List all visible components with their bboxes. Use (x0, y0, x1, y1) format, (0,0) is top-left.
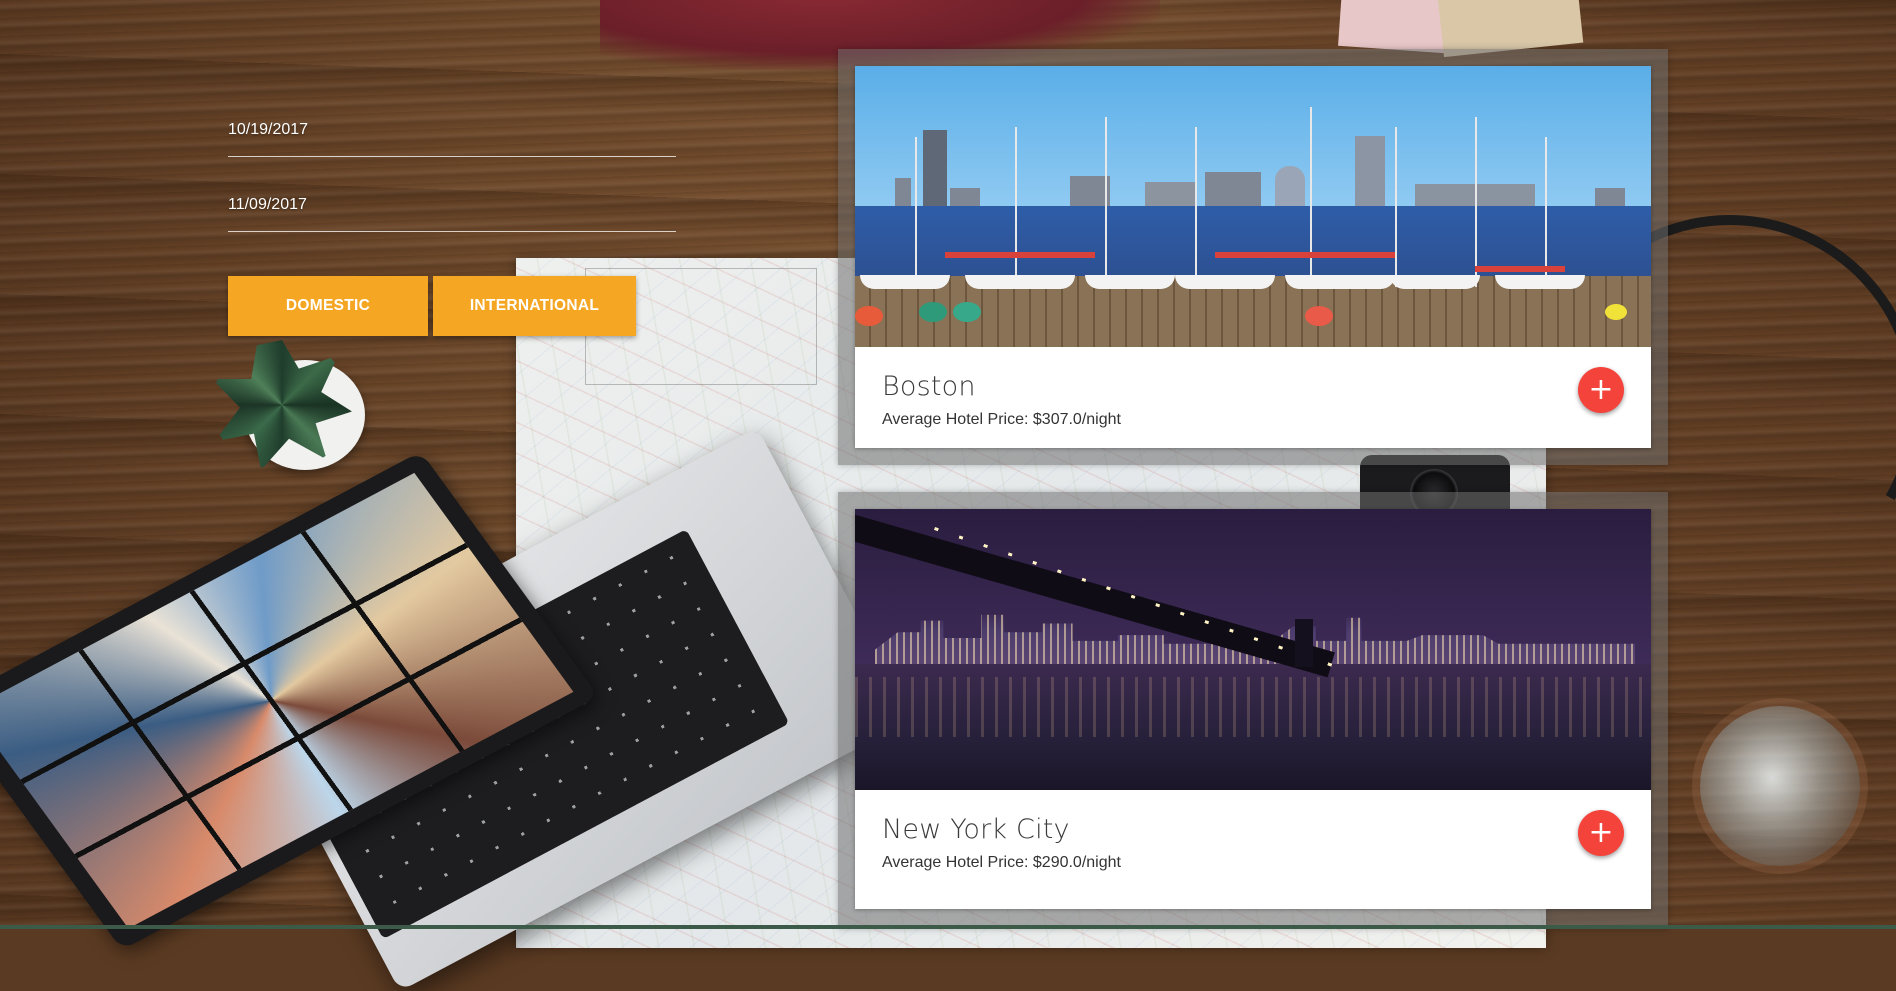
trip-type-buttons: DOMESTIC INTERNATIONAL (228, 276, 636, 336)
card-body-boston: Boston Average Hotel Price: $307.0/night… (855, 347, 1651, 448)
date-form: 10/19/2017 11/09/2017 (228, 104, 676, 254)
domestic-button[interactable]: DOMESTIC (228, 276, 428, 336)
destination-city-title: Boston (882, 371, 976, 402)
add-destination-button[interactable]: + (1578, 367, 1624, 413)
destination-card-boston: Boston Average Hotel Price: $307.0/night… (855, 66, 1651, 448)
destination-card-wrapper-nyc: New York City Average Hotel Price: $290.… (838, 492, 1668, 929)
average-hotel-price: Average Hotel Price: $290.0/night (882, 854, 1121, 871)
new-york-city-photo (855, 509, 1651, 790)
destination-city-title: New York City (882, 814, 1070, 845)
background-water-glass (1700, 706, 1860, 866)
bottom-edge-strip (0, 925, 1896, 929)
plus-icon: + (1588, 815, 1614, 850)
start-date-value: 10/19/2017 (228, 121, 309, 138)
add-destination-button[interactable]: + (1578, 810, 1624, 856)
start-date-field[interactable]: 10/19/2017 (228, 104, 676, 157)
end-date-value: 11/09/2017 (228, 196, 307, 213)
end-date-field[interactable]: 11/09/2017 (228, 179, 676, 232)
destination-card-nyc: New York City Average Hotel Price: $290.… (855, 509, 1651, 909)
card-body-nyc: New York City Average Hotel Price: $290.… (855, 790, 1651, 891)
international-button[interactable]: INTERNATIONAL (433, 276, 636, 336)
average-hotel-price: Average Hotel Price: $307.0/night (882, 411, 1121, 428)
destination-card-wrapper-boston: Boston Average Hotel Price: $307.0/night… (838, 49, 1668, 465)
boston-photo (855, 66, 1651, 347)
plus-icon: + (1588, 372, 1614, 407)
